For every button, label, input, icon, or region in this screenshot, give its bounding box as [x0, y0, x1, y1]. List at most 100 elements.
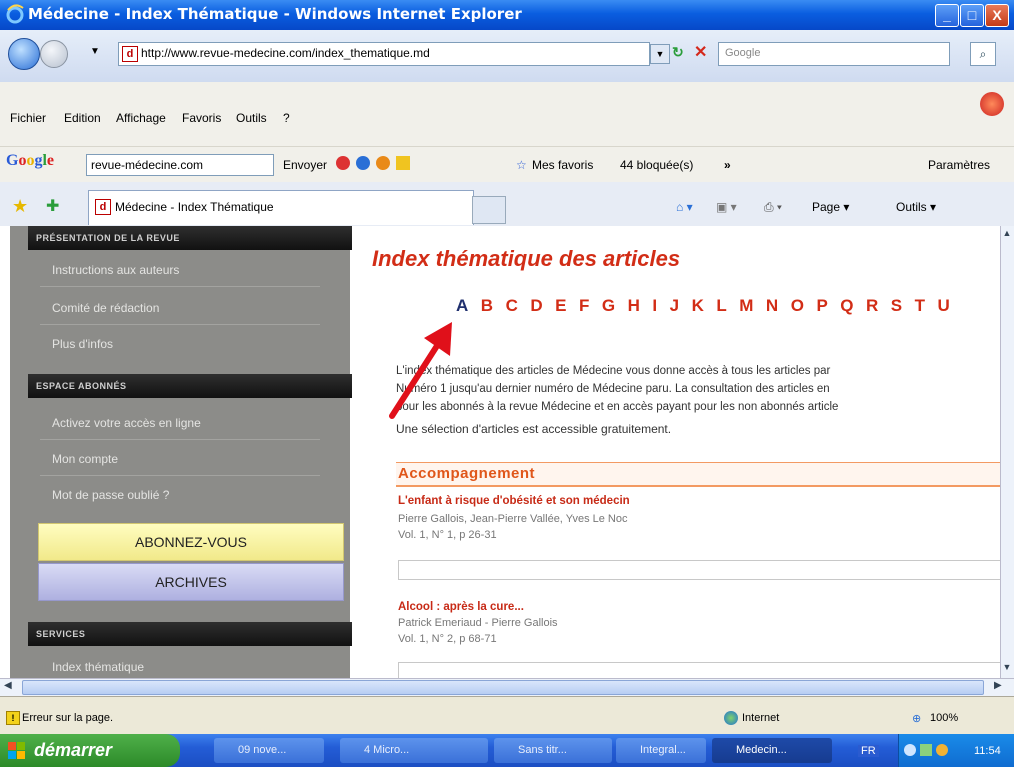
back-button[interactable]: [8, 38, 40, 70]
status-text[interactable]: Erreur sur la page.: [22, 712, 113, 724]
archives-button[interactable]: ARCHIVES: [38, 563, 344, 601]
letter-e-link[interactable]: E: [555, 296, 566, 316]
article-authors: Patrick Emeriaud - Pierre Gallois: [398, 617, 558, 629]
page-menu-label: Page: [812, 200, 841, 214]
warning-icon[interactable]: !: [6, 711, 20, 725]
letter-m-link[interactable]: M: [739, 296, 753, 316]
letter-s-link[interactable]: S: [891, 296, 902, 316]
menu-edition[interactable]: Edition: [64, 111, 101, 125]
refresh-icon[interactable]: ↻: [672, 44, 684, 61]
new-tab-button[interactable]: [472, 196, 506, 224]
taskbar-item[interactable]: Sans titr...: [494, 738, 612, 763]
letter-d-link[interactable]: D: [530, 296, 542, 316]
letter-b-link[interactable]: B: [481, 296, 493, 316]
taskbar-item-active[interactable]: Medecin...: [712, 738, 832, 763]
home-icon[interactable]: ⌂ ▾: [676, 200, 693, 214]
search-input[interactable]: Google: [718, 42, 950, 66]
letter-q-link[interactable]: Q: [840, 296, 853, 316]
letter-i-link[interactable]: I: [652, 296, 657, 316]
history-dropdown-icon[interactable]: ▼: [90, 46, 100, 57]
windows-logo-icon: [8, 742, 26, 760]
page-menu-button[interactable]: Page ▾: [812, 200, 849, 214]
stop-icon[interactable]: ✕: [694, 42, 707, 62]
address-bar[interactable]: d http://www.revue-medecine.com/index_th…: [118, 42, 650, 66]
envoyer-button[interactable]: Envoyer: [283, 158, 327, 172]
blocked-popups-button[interactable]: 44 bloquée(s): [620, 158, 693, 172]
menu-help[interactable]: ?: [283, 111, 290, 125]
toolbar-buttons-icon[interactable]: [336, 156, 416, 172]
tab-favicon-icon: d: [95, 199, 111, 215]
menu-affichage[interactable]: Affichage: [116, 111, 166, 125]
article-authors: Pierre Gallois, Jean-Pierre Vallée, Yves…: [398, 513, 628, 525]
letter-a-link[interactable]: A: [456, 296, 468, 316]
scroll-down-icon[interactable]: ▼: [1001, 662, 1013, 676]
mes-favoris-button[interactable]: Mes favoris: [532, 158, 593, 172]
tab-title: Médecine - Index Thématique: [115, 200, 274, 214]
article-title-link[interactable]: L'enfant à risque d'obésité et son médec…: [398, 495, 630, 507]
sidebar-item-mot-de-passe[interactable]: Mot de passe oublié ?: [52, 488, 169, 502]
scrollbar-thumb[interactable]: [22, 680, 984, 695]
outils-menu-button[interactable]: Outils ▾: [896, 200, 936, 214]
taskbar-item[interactable]: 4 Micro...: [340, 738, 488, 763]
sidebar-item-plus-infos[interactable]: Plus d'infos: [52, 337, 113, 351]
letter-r-link[interactable]: R: [866, 296, 878, 316]
status-bar: [0, 696, 1014, 735]
article-action-box[interactable]: [398, 560, 1000, 580]
forward-button[interactable]: [40, 40, 68, 68]
print-icon[interactable]: ⎙ ▾: [764, 200, 782, 215]
menu-fichier[interactable]: Fichier: [10, 111, 46, 125]
toolbar-logo-icon[interactable]: [980, 92, 1004, 116]
search-icon[interactable]: ⌕: [970, 42, 996, 66]
add-favorite-icon[interactable]: ✚: [46, 196, 59, 216]
favorites-star-icon[interactable]: ★: [12, 196, 28, 217]
letter-n-link[interactable]: N: [766, 296, 778, 316]
sidebar-item-comite[interactable]: Comité de rédaction: [52, 301, 159, 315]
letter-o-link[interactable]: O: [791, 296, 804, 316]
article-title-link[interactable]: Alcool : après la cure...: [398, 601, 524, 613]
menu-favoris[interactable]: Favoris: [182, 111, 221, 125]
minimize-button[interactable]: _: [935, 4, 959, 27]
internet-explorer-icon: [6, 4, 24, 24]
tray-icons[interactable]: [904, 743, 964, 759]
scroll-up-icon[interactable]: ▲: [1001, 228, 1013, 242]
menu-outils[interactable]: Outils: [236, 111, 267, 125]
abonnez-vous-button[interactable]: ABONNEZ-VOUS: [38, 523, 344, 561]
window-title: Médecine - Index Thématique - Windows In…: [28, 5, 522, 23]
scroll-left-icon[interactable]: ◀: [4, 680, 12, 691]
taskbar-item[interactable]: Integral...: [616, 738, 706, 763]
tab-medecine[interactable]: d Médecine - Index Thématique: [88, 190, 474, 225]
sidebar-item-activez[interactable]: Activez votre accès en ligne: [52, 416, 201, 430]
close-button[interactable]: X: [985, 4, 1009, 27]
letter-g-link[interactable]: G: [602, 296, 615, 316]
letter-c-link[interactable]: C: [506, 296, 518, 316]
scroll-right-icon[interactable]: ▶: [994, 680, 1002, 691]
sidebar-item-index-thematique[interactable]: Index thématique: [52, 660, 144, 674]
letter-k-link[interactable]: K: [692, 296, 704, 316]
taskbar-item[interactable]: 09 nove...: [214, 738, 324, 763]
letter-t-link[interactable]: T: [915, 296, 925, 316]
letter-j-link[interactable]: J: [670, 296, 679, 316]
language-indicator[interactable]: FR: [858, 745, 879, 757]
sidebar-item-mon-compte[interactable]: Mon compte: [52, 452, 118, 466]
sidebar-item-instructions[interactable]: Instructions aux auteurs: [52, 263, 179, 277]
feeds-icon[interactable]: ▣ ▾: [716, 200, 737, 214]
address-dropdown-icon[interactable]: ▼: [650, 44, 670, 64]
article-action-box[interactable]: [398, 662, 1000, 678]
letter-p-link[interactable]: P: [816, 296, 827, 316]
intro-paragraph: L'index thématique des articles de Médec…: [396, 362, 996, 416]
page-title: Index thématique des articles: [372, 246, 681, 271]
letter-u-link[interactable]: U: [938, 296, 950, 316]
clock: 11:54: [974, 745, 1001, 757]
parametres-button[interactable]: Paramètres: [928, 158, 990, 172]
star-icon[interactable]: ☆: [516, 158, 527, 172]
start-button[interactable]: démarrer: [0, 734, 180, 767]
maximize-button[interactable]: □: [960, 4, 984, 27]
zoom-level[interactable]: 100%: [930, 712, 958, 724]
google-search-field[interactable]: revue-médecine.com: [86, 154, 274, 176]
letter-l-link[interactable]: L: [716, 296, 726, 316]
vertical-scrollbar[interactable]: [1000, 226, 1014, 678]
letter-f-link[interactable]: F: [579, 296, 589, 316]
more-chevron-icon[interactable]: »: [724, 158, 731, 172]
google-search-value: revue-médecine.com: [91, 158, 204, 172]
letter-h-link[interactable]: H: [628, 296, 640, 316]
